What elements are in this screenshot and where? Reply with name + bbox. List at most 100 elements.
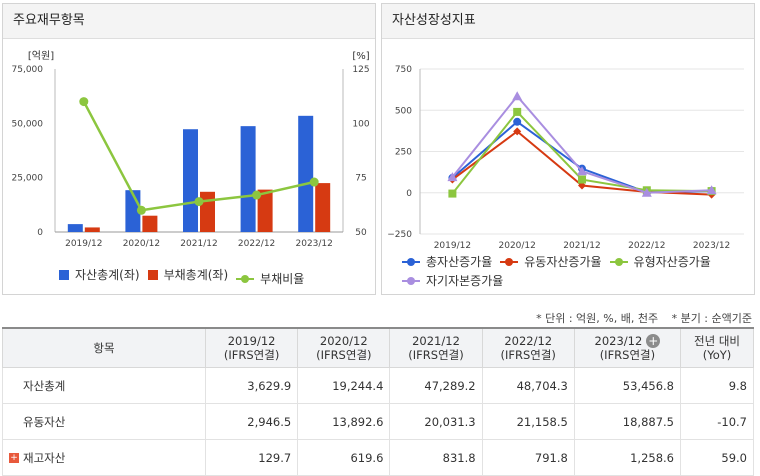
y-axis-left-label: [억원] <box>28 50 54 62</box>
legend-item[interactable]: 총자산증가율 <box>402 254 492 270</box>
x-tick-label: 2019/12 <box>65 239 102 249</box>
year-header: 2022/12 (IFRS연결) <box>481 327 575 368</box>
row-name: 유동자산 <box>2 403 206 440</box>
legend-item[interactable]: 자기자본증가율 <box>402 273 503 289</box>
series-point <box>512 91 523 101</box>
series-point <box>448 189 457 198</box>
y-tick-right: 100 <box>352 119 369 129</box>
y-tick-right: 50 <box>355 228 367 238</box>
legend-label: 부채총계(좌) <box>163 268 229 282</box>
legend-swatch <box>59 269 69 280</box>
legend-item[interactable]: 유형자산증가율 <box>609 254 711 270</box>
legend-label: 유형자산증가율 <box>633 255 711 269</box>
y-axis-right-label: [%] <box>352 51 369 62</box>
chart-legend: 총자산증가율 유동자산증가율 유형자산증가율자기자본증가율 <box>402 251 747 289</box>
legend-item[interactable]: 부채총계(좌) <box>147 266 229 283</box>
x-tick-label: 2020/12 <box>123 239 160 249</box>
cell: 47,289.2 <box>389 367 483 404</box>
item-header: 항목 <box>2 327 206 368</box>
row-name: 자산총계 <box>2 367 206 404</box>
legend-swatch <box>236 274 255 283</box>
y-tick-left: 75,000 <box>12 65 44 75</box>
table-row: 자산총계 3,629.9 19,244.4 47,289.2 48,704.3 … <box>2 367 754 404</box>
cell: 48,704.3 <box>481 367 575 404</box>
legend-swatch <box>402 277 420 285</box>
y-tick-label: 0 <box>406 189 412 199</box>
y-tick-right: 75 <box>355 174 366 184</box>
series-point <box>578 175 586 184</box>
legend-label: 부채비율 <box>260 272 305 286</box>
cell: 53,456.8 <box>573 367 682 404</box>
cell: 18,887.5 <box>573 403 682 440</box>
x-tick-label: 2019/12 <box>434 241 471 251</box>
yoy-header: 전년 대비 (YoY) <box>680 327 754 368</box>
series-point <box>513 117 522 126</box>
legend-swatch <box>609 258 628 266</box>
cell: 3,629.9 <box>204 367 299 404</box>
period-note: * 분기 : 순액기준 <box>671 312 752 325</box>
row-name-label: 재고자산 <box>23 450 66 465</box>
debt-ratio-point <box>79 97 89 107</box>
y-tick-label: −250 <box>387 230 412 240</box>
year-header: 2023/12 + (IFRS연결) <box>573 327 682 368</box>
legend-label: 총자산증가율 <box>426 255 493 269</box>
bar-total-liabilities <box>84 227 100 232</box>
bar-total-assets <box>183 129 198 232</box>
year-header: 2021/12 (IFRS연결) <box>389 327 483 368</box>
debt-ratio-point <box>309 177 319 187</box>
x-tick-label: 2021/12 <box>180 239 217 249</box>
unit-note: * 단위 : 억원, %, 배, 천주 <box>536 312 659 325</box>
panel-title: 자산성장성지표 <box>382 4 754 39</box>
legend-item[interactable]: 부채비율 <box>236 270 304 287</box>
legend-swatch <box>402 258 420 266</box>
cell: 619.6 <box>297 439 391 476</box>
cell: 129.7 <box>204 439 299 476</box>
series-point <box>513 107 522 116</box>
chart-legend: 자산총계(좌) 부채총계(좌) 부채비율 <box>59 266 312 287</box>
financial-items-panel: 주요재무항목 [억원] [%] 0 25,000 50,000 75,000 50 75 100… <box>2 3 376 295</box>
cell: 21,158.5 <box>481 403 575 440</box>
x-tick-label: 2022/12 <box>628 241 665 251</box>
y-tick-label: 250 <box>395 148 412 158</box>
y-tick-label: 500 <box>395 106 412 116</box>
legend-label: 자기자본증가율 <box>426 274 504 288</box>
unit-notes: * 단위 : 억원, %, 배, 천주 * 분기 : 순액기준 <box>526 310 752 326</box>
yoy-cell: 59.0 <box>680 439 754 476</box>
add-column-icon[interactable]: + <box>646 334 661 349</box>
financial-table: 항목 2019/12 (IFRS연결) 2020/12 (IFRS연결) 2021/… <box>2 327 754 476</box>
x-tick-label: 2023/12 <box>693 241 730 251</box>
legend-label: 자산총계(좌) <box>75 268 140 282</box>
table-row: 유동자산 2,946.5 13,892.6 20,031.3 21,158.5 … <box>2 403 754 440</box>
debt-ratio-point <box>252 190 262 200</box>
cell: 13,892.6 <box>297 403 391 440</box>
row-name-expandable[interactable]: + 재고자산 <box>2 439 206 476</box>
y-tick-left: 0 <box>37 228 43 238</box>
table-row[interactable]: + 재고자산 129.7 619.6 831.8 791.8 1,258.6 59… <box>2 439 754 476</box>
debt-ratio-point <box>194 197 204 207</box>
yoy-cell: -10.7 <box>680 403 754 440</box>
y-tick-left: 25,000 <box>12 174 44 184</box>
bar-total-liabilities <box>200 191 215 232</box>
expand-icon[interactable]: + <box>9 453 19 463</box>
bar-total-assets <box>240 126 256 232</box>
financial-items-chart: [억원] [%] 0 25,000 50,000 75,000 50 75 100 125 2019… <box>12 50 370 249</box>
legend-label: 유동자산증가율 <box>524 255 602 269</box>
legend-item[interactable]: 유동자산증가율 <box>500 254 602 270</box>
cell: 791.8 <box>481 439 575 476</box>
legend-item[interactable]: 자산총계(좌) <box>59 266 140 283</box>
table-header-row: 항목 2019/12 (IFRS연결) 2020/12 (IFRS연결) 2021/… <box>2 327 754 368</box>
x-tick-label: 2022/12 <box>238 239 275 249</box>
bar-total-assets <box>67 224 83 232</box>
x-tick-label: 2023/12 <box>296 239 333 249</box>
x-tick-label: 2021/12 <box>563 241 600 251</box>
y-tick-right: 125 <box>352 65 369 75</box>
bar-total-assets <box>298 115 314 232</box>
asset-growth-panel: 자산성장성지표 −250 0 250 500 750 2019/12 2020/12 2021… <box>381 3 755 295</box>
asset-growth-chart: −250 0 250 500 750 2019/12 2020/12 2021/12 2022/… <box>387 65 744 251</box>
debt-ratio-line <box>82 101 315 212</box>
bar-total-liabilities <box>315 183 331 232</box>
year-header: 2019/12 (IFRS연결) <box>204 327 299 368</box>
debt-ratio-point <box>136 205 146 215</box>
yoy-cell: 9.8 <box>680 367 754 404</box>
cell: 831.8 <box>389 439 483 476</box>
